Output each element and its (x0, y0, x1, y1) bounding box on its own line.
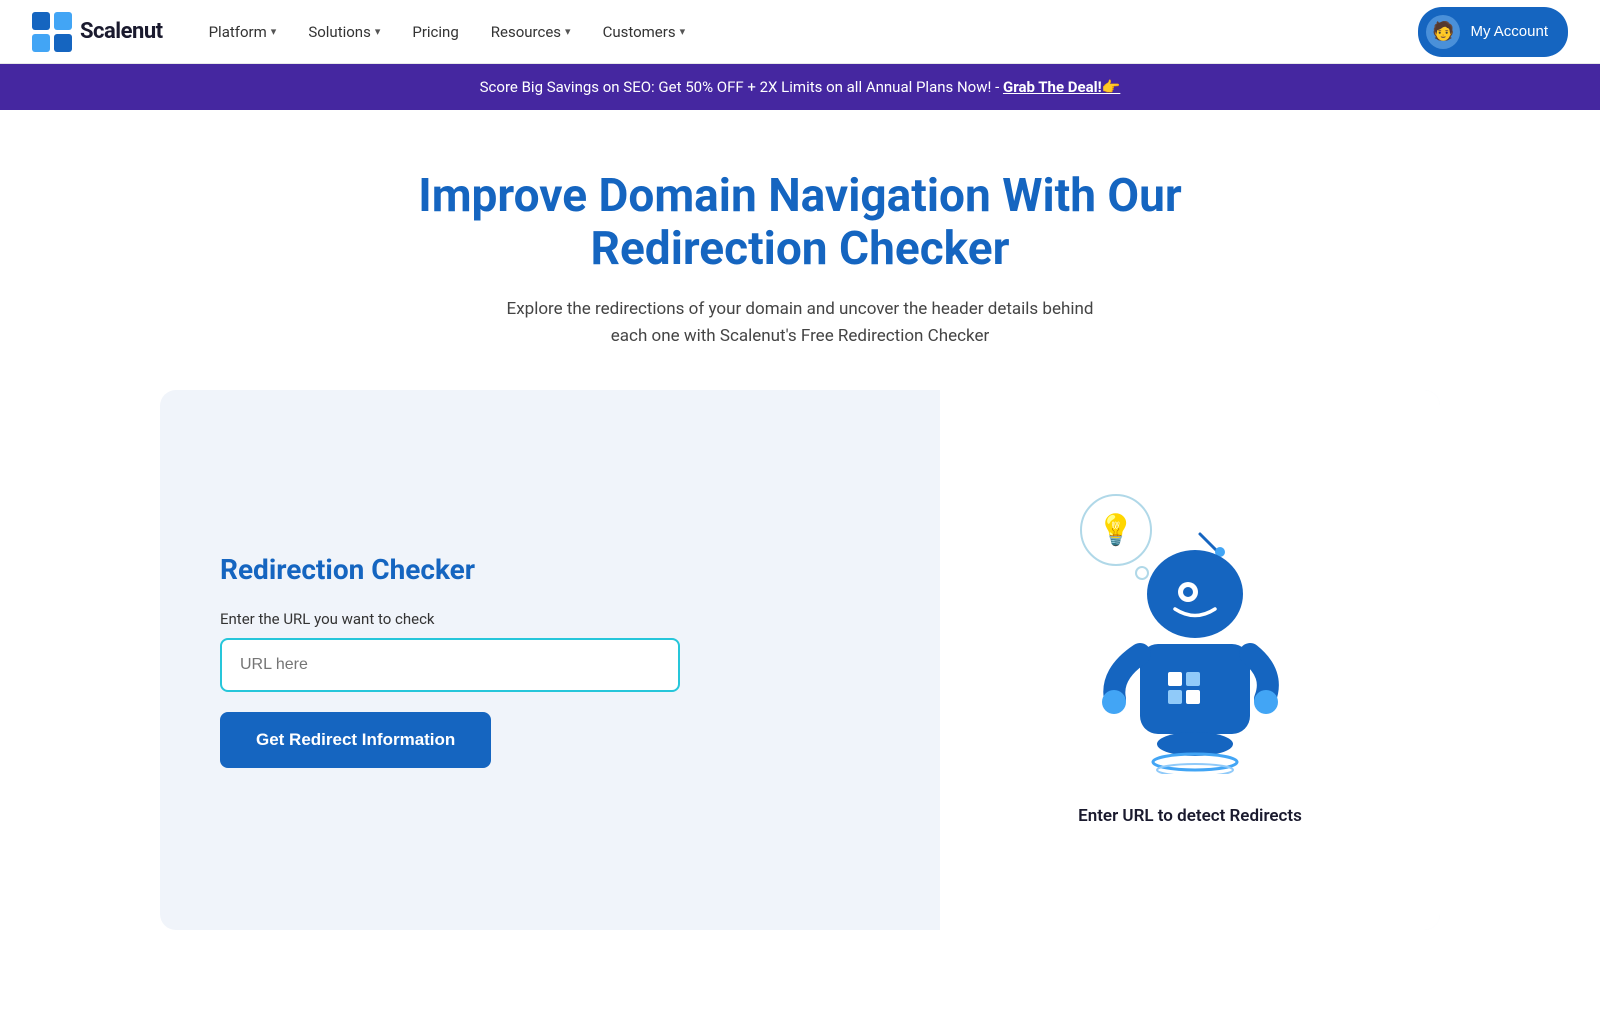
nav-item-solutions[interactable]: Solutions ▾ (294, 15, 394, 49)
url-input-label: Enter the URL you want to check (220, 610, 880, 628)
chevron-down-icon: ▾ (375, 25, 381, 38)
tool-form-panel: Redirection Checker Enter the URL you wa… (160, 390, 940, 930)
hero-subtitle: Explore the redirections of your domain … (490, 296, 1110, 350)
promo-cta-link[interactable]: Grab The Deal!👉 (1003, 78, 1120, 96)
logo-text: Scalenut (80, 19, 163, 44)
logo-icon (32, 12, 72, 52)
robot-illustration: 💡 (1078, 494, 1302, 826)
nav-item-platform[interactable]: Platform ▾ (195, 15, 291, 49)
nav-item-resources[interactable]: Resources ▾ (477, 15, 585, 49)
navbar: Scalenut Platform ▾ Solutions ▾ Pricing … (0, 0, 1600, 64)
page-title: Improve Domain Navigation With Our Redir… (350, 170, 1250, 276)
tool-title: Redirection Checker (220, 553, 880, 586)
tool-section: Redirection Checker Enter the URL you wa… (120, 390, 1480, 930)
robot-caption: Enter URL to detect Redirects (1078, 806, 1302, 826)
nav-right: 🧑 My Account (1418, 7, 1568, 57)
chevron-down-icon: ▾ (680, 25, 686, 38)
avatar: 🧑 (1426, 15, 1460, 49)
nav-item-pricing[interactable]: Pricing (398, 15, 472, 49)
chevron-down-icon: ▾ (271, 25, 277, 38)
robot-svg-wrap: 💡 (1080, 494, 1300, 774)
chevron-down-icon: ▾ (565, 25, 571, 38)
nav-links: Platform ▾ Solutions ▾ Pricing Resources… (195, 15, 700, 49)
hero-section: Improve Domain Navigation With Our Redir… (0, 110, 1600, 390)
robot-body-svg (1100, 524, 1300, 774)
promo-banner: Score Big Savings on SEO: Get 50% OFF + … (0, 64, 1600, 110)
my-account-button[interactable]: 🧑 My Account (1418, 7, 1568, 57)
nav-item-customers[interactable]: Customers ▾ (589, 15, 700, 49)
nav-left: Scalenut Platform ▾ Solutions ▾ Pricing … (32, 12, 699, 52)
get-redirect-button[interactable]: Get Redirect Information (220, 712, 491, 768)
tool-illustration-panel: 💡 (940, 390, 1440, 930)
url-input[interactable] (220, 638, 680, 692)
tool-card: Redirection Checker Enter the URL you wa… (160, 390, 1440, 930)
